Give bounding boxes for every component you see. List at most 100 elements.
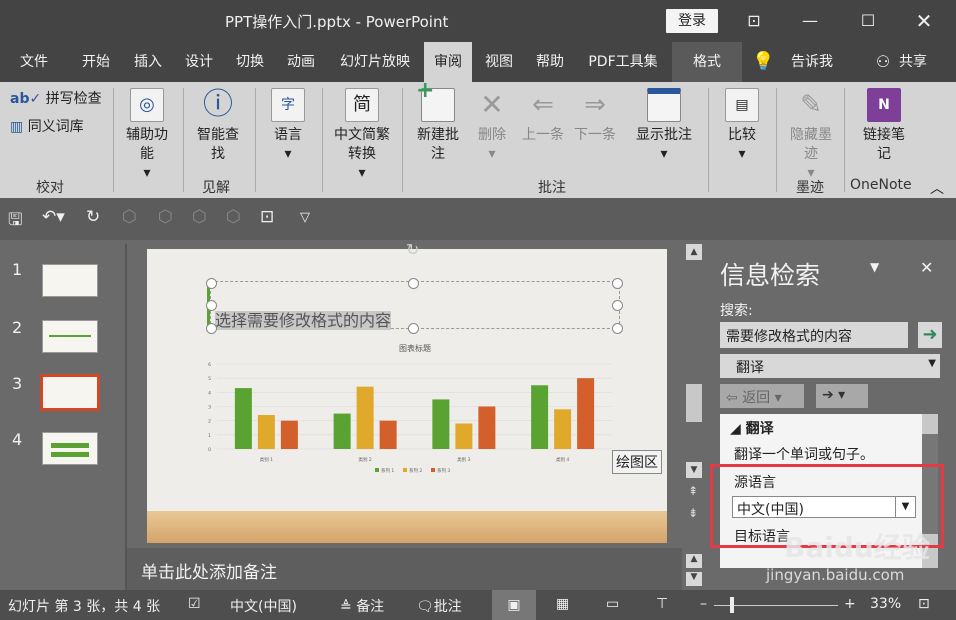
previous-slide-icon[interactable]: ⇞ xyxy=(688,484,698,498)
translate-section[interactable]: ◢ 翻译 xyxy=(730,418,774,438)
hide-ink-button[interactable]: ✎ 隐藏墨迹 ▾ xyxy=(786,88,836,183)
tell-me[interactable]: 告诉我 xyxy=(784,42,840,82)
language-status[interactable]: 中文(中国) xyxy=(230,596,297,616)
reading-view-icon[interactable]: ▭ xyxy=(606,596,619,612)
previous-comment-button[interactable]: ⇐ 上一条 xyxy=(518,88,568,145)
tab-format[interactable]: 格式 xyxy=(672,42,742,82)
scroll-thumb[interactable] xyxy=(686,384,702,422)
thesaurus-button[interactable]: ▥ 同义词库 xyxy=(10,118,84,137)
minimize-icon[interactable]: — xyxy=(798,9,822,33)
group-ink-label: 墨迹 xyxy=(796,180,824,196)
tab-pdf[interactable]: PDF工具集 xyxy=(580,42,666,82)
zoom-level[interactable]: 33% xyxy=(870,596,901,612)
tab-review[interactable]: 审阅 xyxy=(424,42,472,82)
tab-slideshow[interactable]: 幻灯片放映 xyxy=(332,42,418,82)
slide-canvas[interactable]: 选择需要修改格式的内容 图表标题 0 1 2 3 4 5 6 类别 1 类别 2 类别 3 类别 4 系… xyxy=(147,249,667,543)
scroll-down-icon[interactable]: ▼ xyxy=(686,462,702,478)
close-icon[interactable]: ✕ xyxy=(912,9,936,33)
redo-icon[interactable]: ↻ xyxy=(86,207,100,227)
handle-tl[interactable] xyxy=(206,278,217,289)
accessibility-check-icon[interactable]: ☑ xyxy=(188,596,201,612)
language-button[interactable]: 字 语言 ▾ xyxy=(266,88,310,164)
back-button[interactable]: ⇦ 返回 ▾ xyxy=(720,384,804,408)
maximize-icon[interactable]: ☐ xyxy=(856,9,880,33)
tab-help[interactable]: 帮助 xyxy=(528,42,572,82)
shape-icon-2[interactable]: ⬡ xyxy=(158,207,173,227)
show-comments-icon xyxy=(647,88,681,122)
delete-comment-button[interactable]: ✕ 删除 ▾ xyxy=(470,88,514,164)
slide-sorter-icon[interactable]: ▦ xyxy=(556,596,569,612)
handle-br[interactable] xyxy=(612,323,623,334)
shape-icon-4[interactable]: ⬡ xyxy=(226,207,241,227)
star-frame-icon[interactable]: ⊡ xyxy=(260,207,274,227)
selected-text[interactable]: 选择需要修改格式的内容 xyxy=(215,311,392,330)
accessibility-button[interactable]: ◎ 辅助功能 ▾ xyxy=(122,88,172,183)
handle-r[interactable] xyxy=(612,300,623,311)
search-input[interactable]: 需要修改格式的内容 xyxy=(720,322,908,348)
ribbon-display-icon[interactable]: ⊡ xyxy=(742,9,766,33)
handle-tr[interactable] xyxy=(612,278,623,289)
tab-view[interactable]: 视图 xyxy=(477,42,521,82)
linked-notes-button[interactable]: N 链接笔记 xyxy=(858,88,910,164)
zoom-out-icon[interactable]: – xyxy=(700,596,707,612)
zoom-in-icon[interactable]: + xyxy=(844,596,856,612)
next-comment-button[interactable]: ⇒ 下一条 xyxy=(570,88,620,145)
show-comments-button[interactable]: 显示批注 ▾ xyxy=(632,88,696,164)
textbox-text[interactable]: 选择需要修改格式的内容 xyxy=(215,307,392,331)
bar-4-1 xyxy=(531,385,549,449)
lightbulb-icon[interactable]: 💡 xyxy=(752,42,774,82)
shape-icon-1[interactable]: ⬡ xyxy=(122,207,137,227)
slide-thumbnail-1[interactable] xyxy=(42,264,98,297)
rotate-handle-icon[interactable]: ↻ xyxy=(406,240,419,259)
next-slide-icon[interactable]: ⇟ xyxy=(688,506,698,520)
handle-t[interactable] xyxy=(408,278,419,289)
share-button[interactable]: 共享 xyxy=(896,42,930,82)
tab-animations[interactable]: 动画 xyxy=(279,42,323,82)
tab-design[interactable]: 设计 xyxy=(177,42,221,82)
comments-button[interactable]: 🗨批注 xyxy=(416,596,462,616)
notes-scroll-up-icon[interactable]: ▲ xyxy=(686,554,702,568)
slide-thumbnail-4[interactable] xyxy=(42,432,98,465)
scroll-up-icon[interactable]: ▲ xyxy=(686,244,702,260)
compare-button[interactable]: ▤ 比较 ▾ xyxy=(720,88,764,164)
notes-placeholder: 单击此处添加备注 xyxy=(141,563,277,583)
undo-icon[interactable]: ↶▾ xyxy=(42,207,65,227)
pane-options-icon[interactable]: ▼ xyxy=(870,260,879,274)
notes-pane[interactable]: 单击此处添加备注 xyxy=(127,548,682,590)
bar-1-3 xyxy=(280,420,298,449)
handle-bl[interactable] xyxy=(206,323,217,334)
tab-insert[interactable]: 插入 xyxy=(126,42,170,82)
zoom-slider-thumb[interactable] xyxy=(730,597,734,613)
chart[interactable]: 图表标题 0 1 2 3 4 5 6 类别 1 类别 2 类别 3 类别 4 系列 1 系列 2 系列 3 xyxy=(187,339,627,484)
tab-file[interactable]: 文件 xyxy=(12,42,56,82)
handle-b[interactable] xyxy=(408,323,419,334)
login-button[interactable]: 登录 xyxy=(666,9,718,33)
new-comment-button[interactable]: + 新建批注 xyxy=(416,80,460,164)
notes-button[interactable]: ≜ 备注 xyxy=(340,596,384,616)
slideshow-icon[interactable]: ⊤ xyxy=(656,596,668,612)
chinese-conversion-button[interactable]: 简 中文简繁转换 ▾ xyxy=(330,88,394,183)
customize-qat-icon[interactable]: ▽ xyxy=(300,210,310,225)
slide-thumbnail-3[interactable] xyxy=(40,374,100,411)
notes-scroll-down-icon[interactable]: ▼ xyxy=(686,572,702,586)
tab-transitions[interactable]: 切换 xyxy=(228,42,272,82)
spell-check-button[interactable]: ab✓ 拼写检查 xyxy=(10,90,102,109)
slide-thumbnail-2[interactable] xyxy=(42,320,98,353)
shape-icon-3[interactable]: ⬡ xyxy=(192,207,207,227)
normal-view-icon[interactable]: ▣ xyxy=(492,590,536,620)
fit-slide-icon[interactable]: ⊡ xyxy=(918,596,930,612)
compare-icon: ▤ xyxy=(725,88,759,122)
search-go-icon[interactable]: ➜ xyxy=(918,322,942,348)
slide-scrollbar[interactable]: ▲ ▼ ⇞ ⇟ ▲ ▼ xyxy=(682,240,706,590)
tab-home[interactable]: 开始 xyxy=(74,42,118,82)
handle-l[interactable] xyxy=(206,300,217,311)
save-icon[interactable]: 🖫 xyxy=(8,207,22,236)
pane-close-icon[interactable]: ✕ xyxy=(920,258,933,277)
person-icon[interactable]: ⚇ xyxy=(872,42,894,82)
x-tick-label: 类别 2 xyxy=(358,456,371,463)
forward-button[interactable]: ➔ ▾ xyxy=(816,384,868,408)
y-tick-label: 5 xyxy=(208,376,211,382)
collapse-ribbon-icon[interactable]: ︿ xyxy=(930,178,944,198)
service-select[interactable]: 翻译 ▼ xyxy=(720,354,940,378)
smart-lookup-button[interactable]: ⓘ 智能查找 xyxy=(196,88,240,164)
